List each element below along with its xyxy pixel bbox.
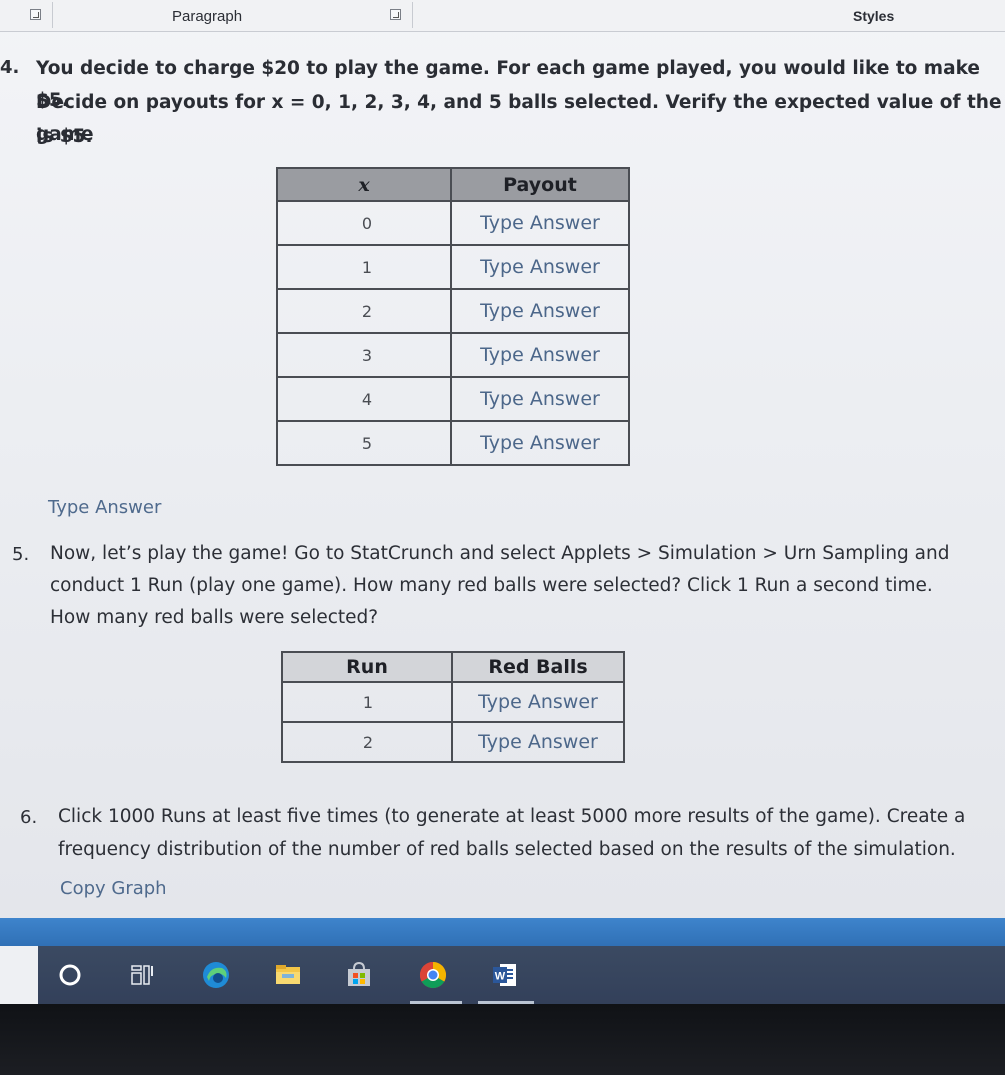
start-search-circle-icon[interactable] <box>55 960 85 990</box>
file-explorer-icon[interactable] <box>273 960 303 990</box>
x-cell: 0 <box>276 200 452 246</box>
chrome-icon[interactable] <box>418 960 448 990</box>
table-row: 1 Type Answer <box>281 681 625 723</box>
question-4-number: 4. <box>0 57 20 78</box>
task-view-icon[interactable] <box>128 960 158 990</box>
table-row: 5 Type Answer <box>276 420 630 466</box>
store-icon[interactable] <box>344 960 374 990</box>
dialog-launcher-icon[interactable] <box>30 9 41 20</box>
question-6-line-2: frequency distribution of the number of … <box>58 839 956 860</box>
paragraph-group-label: Paragraph <box>172 8 243 25</box>
question-4-line-2: Decide on payouts for x = 0, 1, 2, 3, 4,… <box>36 92 1002 145</box>
x-cell: 1 <box>276 244 452 290</box>
question-6-number: 6. <box>20 807 38 828</box>
payout-answer-field[interactable]: Type Answer <box>450 376 630 422</box>
payout-column-header: Payout <box>450 167 630 202</box>
x-cell: 2 <box>276 288 452 334</box>
payout-answer-field[interactable]: Type Answer <box>450 420 630 466</box>
payout-answer-field[interactable]: Type Answer <box>450 244 630 290</box>
taskbar-top-strip <box>0 918 1005 948</box>
run-column-header: Run <box>281 651 453 683</box>
ribbon-group-labels: Paragraph Styles <box>0 0 1005 32</box>
payout-answer-field[interactable]: Type Answer <box>450 200 630 246</box>
word-icon[interactable]: W <box>490 960 520 990</box>
monitor-bezel <box>0 1004 1005 1075</box>
x-cell: 3 <box>276 332 452 378</box>
x-cell: 4 <box>276 376 452 422</box>
red-balls-table: Run Red Balls 1 Type Answer 2 Type Answe… <box>281 651 625 763</box>
red-balls-answer-field[interactable]: Type Answer <box>451 681 625 723</box>
question-6-line-1: Click 1000 Runs at least five times (to … <box>58 806 966 827</box>
run-cell: 2 <box>281 721 453 763</box>
table-row: 4 Type Answer <box>276 376 630 422</box>
ribbon-separator <box>412 2 413 28</box>
table-row: 3 Type Answer <box>276 332 630 378</box>
question-4-answer-field[interactable]: Type Answer <box>48 497 161 518</box>
word-letter: W <box>495 971 506 983</box>
question-5-line-1: Now, let’s play the game! Go to StatCrun… <box>50 543 950 564</box>
edge-icon[interactable] <box>201 960 231 990</box>
payout-answer-field[interactable]: Type Answer <box>450 288 630 334</box>
red-balls-answer-field[interactable]: Type Answer <box>451 721 625 763</box>
taskbar-left-edge <box>0 946 38 1004</box>
question-5-line-3: How many red balls were selected? <box>50 607 379 628</box>
red-balls-column-header: Red Balls <box>451 651 625 683</box>
x-cell: 5 <box>276 420 452 466</box>
question-4-line-3: is $5. <box>36 126 93 147</box>
payout-table: x Payout 0 Type Answer 1 Type Answer 2 T… <box>276 167 630 466</box>
question-5-line-2: conduct 1 Run (play one game). How many … <box>50 575 933 596</box>
run-cell: 1 <box>281 681 453 723</box>
table-row: 1 Type Answer <box>276 244 630 290</box>
table-row: 2 Type Answer <box>281 721 625 763</box>
question-5-number: 5. <box>12 544 30 565</box>
table-row: 0 Type Answer <box>276 200 630 246</box>
ribbon-separator <box>52 2 53 28</box>
styles-group-label: Styles <box>853 8 895 24</box>
x-column-header: x <box>276 167 452 202</box>
paragraph-dialog-launcher-icon[interactable] <box>390 9 401 20</box>
taskbar: W <box>0 946 1005 1004</box>
copy-graph-link[interactable]: Copy Graph <box>60 878 167 899</box>
payout-answer-field[interactable]: Type Answer <box>450 332 630 378</box>
table-row: 2 Type Answer <box>276 288 630 334</box>
document-area: Paragraph Styles 4. You decide to charge… <box>0 0 1005 918</box>
